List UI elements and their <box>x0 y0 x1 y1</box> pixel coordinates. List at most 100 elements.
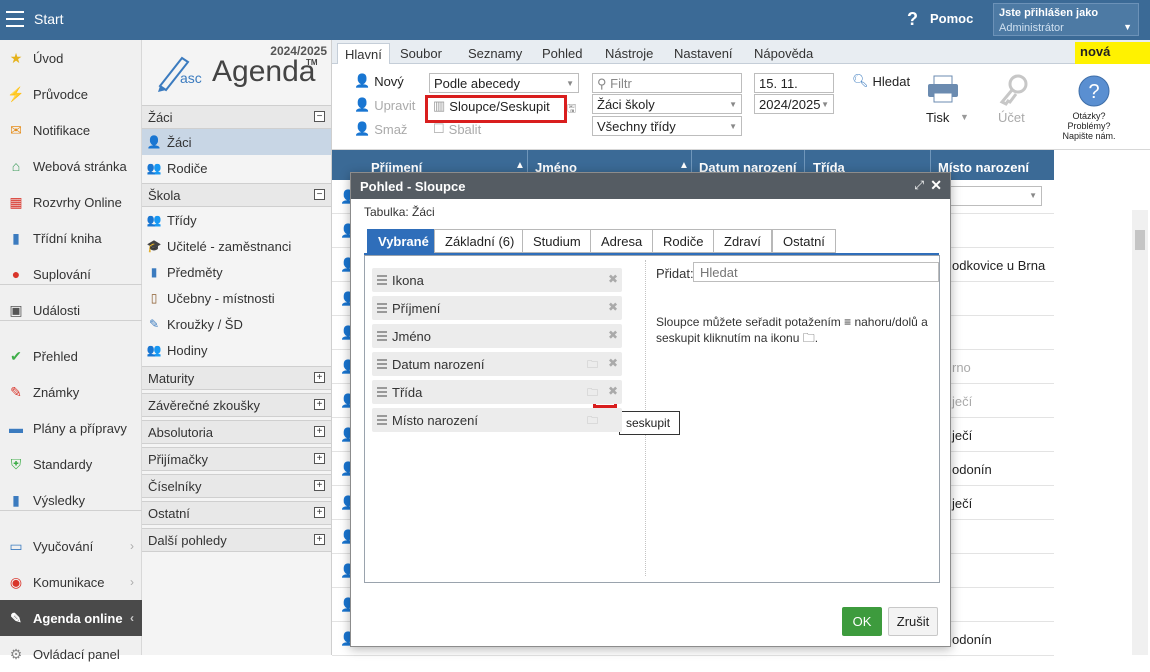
menu-tab-0[interactable]: Hlavní <box>337 43 390 64</box>
expand-icon[interactable]: + <box>314 399 325 410</box>
menu-tab-5[interactable]: Nastavení <box>667 43 740 64</box>
nav-item-8[interactable]: ✔ Přehled <box>0 338 142 374</box>
nav-item-skola-0[interactable]: 👥 Třídy <box>142 207 331 233</box>
expand-icon[interactable]: + <box>314 426 325 437</box>
drag-handle-icon[interactable] <box>377 415 387 427</box>
scrollbar-thumb[interactable] <box>1135 230 1145 250</box>
ok-button[interactable]: OK <box>842 607 882 636</box>
add-column-search-input[interactable] <box>693 262 939 282</box>
section-collapsed-6[interactable]: Další pohledy + <box>142 528 331 552</box>
remove-icon[interactable]: ✖ <box>608 272 618 286</box>
account-button[interactable]: Účet <box>998 74 1028 125</box>
nav-item-skola-1[interactable]: 🎓 Učitelé - zaměstnanci <box>142 233 331 259</box>
menu-tab-6[interactable]: Nápověda <box>747 43 820 64</box>
nav-item-0[interactable]: ★ Úvod <box>0 40 142 76</box>
nav-item-4[interactable]: ▦ Rozvrhy Online <box>0 184 142 220</box>
group-folder-icon[interactable]: 🗀 <box>587 356 598 375</box>
column-item[interactable]: Ikona ✖ <box>372 268 622 292</box>
dialog-tab-1[interactable]: Základní (6) <box>434 229 526 253</box>
remove-icon[interactable]: ✖ <box>608 328 618 342</box>
dialog-tab-3[interactable]: Adresa <box>590 229 654 253</box>
remove-icon[interactable]: ✖ <box>608 300 618 314</box>
dialog-tab-0[interactable]: Vybrané <box>367 229 440 253</box>
menu-tab-1[interactable]: Soubor <box>393 43 449 64</box>
edit-button[interactable]: 👤 Upravit <box>354 97 415 113</box>
help-link[interactable]: Pomoc <box>930 11 973 26</box>
remove-icon[interactable]: ✖ <box>608 356 618 370</box>
expand-icon[interactable]: + <box>314 372 325 383</box>
filter-input[interactable]: ⚲ Filtr <box>592 73 742 93</box>
column-item[interactable]: Příjmení ✖ <box>372 296 622 320</box>
nav-item-12[interactable]: ▮ Výsledky <box>0 482 142 518</box>
collapse-button[interactable]: ☐ Sbalit <box>433 121 481 137</box>
dialog-tab-5[interactable]: Zdraví <box>713 229 772 253</box>
nav-item-5[interactable]: ▮ Třídní kniha <box>0 220 142 256</box>
nav-item-skola-5[interactable]: 👥 Hodiny <box>142 337 331 363</box>
nav-item-7[interactable]: ▣ Události <box>0 292 142 328</box>
menu-tab-2[interactable]: Seznamy <box>461 43 529 64</box>
nav-item-skola-3[interactable]: ▯ Učebny - místnosti <box>142 285 331 311</box>
section-collapsed-4[interactable]: Číselníky + <box>142 474 331 498</box>
maximize-icon[interactable]: ⤢ <box>914 178 924 193</box>
column-item[interactable]: Místo narození 🗀 <box>372 408 622 432</box>
nav-item-10[interactable]: ▬ Plány a přípravy <box>0 410 142 446</box>
nav-item-16[interactable]: ⚙ Ovládací panel <box>0 636 142 672</box>
remove-icon[interactable]: ✖ <box>608 384 618 398</box>
col-header-misto[interactable]: Místo narození <box>938 160 1029 175</box>
collapse-icon[interactable]: − <box>314 189 325 200</box>
column-item[interactable]: Datum narození 🗀 ✖ <box>372 352 622 376</box>
nav-item-zaci[interactable]: 👤 Žáci <box>142 129 331 155</box>
student-scope-select[interactable]: Žáci školy ▼ <box>592 94 742 114</box>
sort-select[interactable]: Podle abecedy ▼ <box>429 73 579 93</box>
menu-tab-4[interactable]: Nástroje <box>598 43 660 64</box>
drag-handle-icon[interactable] <box>377 359 387 371</box>
section-zaci[interactable]: Žáci − <box>142 105 331 129</box>
column-filter-select[interactable]: ▼ <box>938 186 1042 206</box>
nav-item-11[interactable]: ⛨ Standardy <box>0 446 142 482</box>
year-select[interactable]: 2024/2025 ▼ <box>754 94 834 114</box>
close-icon[interactable]: ✕ <box>930 177 942 194</box>
support-button[interactable]: ? Otázky? Problémy? Napište nám. <box>1059 74 1119 141</box>
nav-item-skola-4[interactable]: ✎ Kroužky / ŠD <box>142 311 331 337</box>
scrollbar[interactable] <box>1132 210 1148 655</box>
section-skola[interactable]: Škola − <box>142 183 331 207</box>
save-icon[interactable]: 🖫 <box>567 100 576 119</box>
new-button[interactable]: 👤 Nový <box>354 73 404 89</box>
class-select[interactable]: Všechny třídy ▼ <box>592 116 742 136</box>
dialog-tab-4[interactable]: Rodiče <box>652 229 715 253</box>
cancel-button[interactable]: Zrušit <box>888 607 938 636</box>
section-collapsed-3[interactable]: Přijímačky + <box>142 447 331 471</box>
sort-up-icon[interactable]: ▲ <box>515 160 525 171</box>
question-mark-icon[interactable]: ? <box>907 9 918 30</box>
drag-handle-icon[interactable] <box>377 275 387 287</box>
drag-handle-icon[interactable] <box>377 387 387 399</box>
collapse-icon[interactable]: − <box>314 111 325 122</box>
chevron-left-icon[interactable]: ‹ <box>130 611 134 625</box>
nav-item-15[interactable]: ✎ Agenda online ‹ <box>0 600 142 636</box>
hamburger-menu-icon[interactable] <box>6 11 24 27</box>
expand-icon[interactable]: + <box>314 507 325 518</box>
menu-tab-3[interactable]: Pohled <box>535 43 589 64</box>
nav-item-1[interactable]: ⚡ Průvodce <box>0 76 142 112</box>
nav-item-rodice[interactable]: 👥 Rodiče <box>142 155 331 181</box>
group-folder-icon[interactable]: 🗀 <box>587 412 598 431</box>
date-picker[interactable]: 15. 11. 2024 <box>754 73 834 106</box>
expand-icon[interactable]: + <box>314 534 325 545</box>
sort-up-icon[interactable]: ▲ <box>679 160 689 171</box>
nav-item-3[interactable]: ⌂ Webová stránka <box>0 148 142 184</box>
section-collapsed-1[interactable]: Závěrečné zkoušky + <box>142 393 331 417</box>
nav-item-14[interactable]: ◉ Komunikace › <box>0 564 142 600</box>
find-button[interactable]: 🔍︎ Hledat <box>852 73 910 89</box>
delete-button[interactable]: 👤 Smaž <box>354 121 407 137</box>
login-dropdown[interactable]: Jste přihlášen jako Administrátor ▼ <box>993 3 1139 36</box>
print-button[interactable]: Tisk ▼ <box>926 74 969 125</box>
column-item[interactable]: Třída 🗀 ✖ <box>372 380 622 404</box>
section-collapsed-5[interactable]: Ostatní + <box>142 501 331 525</box>
nav-item-2[interactable]: ✉ Notifikace <box>0 112 142 148</box>
nav-item-6[interactable]: ● Suplování <box>0 256 142 292</box>
expand-icon[interactable]: + <box>314 480 325 491</box>
nav-item-skola-2[interactable]: ▮ Předměty <box>142 259 331 285</box>
expand-icon[interactable]: + <box>314 453 325 464</box>
nav-item-9[interactable]: ✎ Známky <box>0 374 142 410</box>
drag-handle-icon[interactable] <box>377 303 387 315</box>
